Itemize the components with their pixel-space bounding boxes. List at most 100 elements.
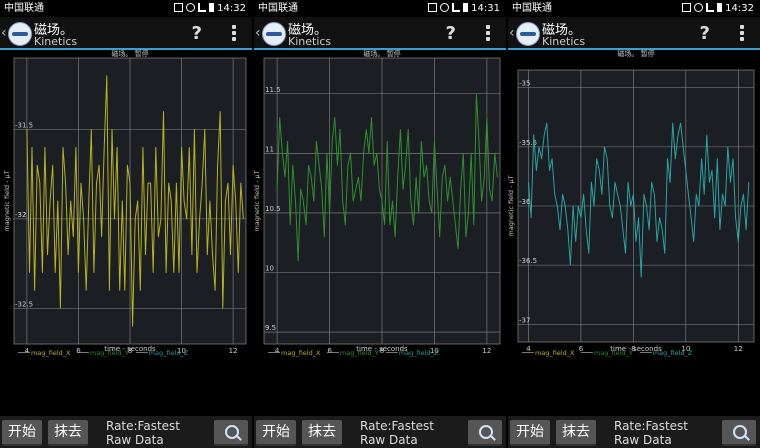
legend-entry: mag_field_Z [653, 349, 693, 357]
zoom-button[interactable] [468, 420, 502, 446]
rate-info: Rate:Fastest Raw Data [360, 419, 434, 447]
app-logo[interactable] [516, 22, 540, 46]
y-tick-label: 11.5 [265, 86, 281, 94]
y-axis-label: magnetic field - µT [508, 175, 515, 236]
chart-area: 磁场。 暂停 4 6 8 10 12 -31.5 -32 -32.5 magnetic field… [0, 50, 252, 416]
zoom-icon [479, 425, 493, 439]
clear-button[interactable]: 抹去 [48, 420, 88, 446]
rate-label: Rate:Fastest [360, 419, 435, 433]
bottom-bar: 开始 抹去 Rate:Fastest Raw Data [254, 416, 506, 448]
screen-1: 中国联通 14:32 ‹ 磁场。 Kinetics ? 磁场。 暂停 4 6 8 10 1… [0, 0, 252, 448]
signal-icon [452, 3, 460, 12]
legend-entry: mag_field_Z [149, 349, 189, 357]
app-subtitle: Kinetics [34, 35, 78, 48]
y-tick-label: -36 [519, 198, 531, 206]
alarm-icon [694, 3, 703, 12]
magnetic-field-chart: 磁场。 暂停4 6 8 10 12-31.5-32-32.5magnetic field… [3, 50, 247, 357]
start-button[interactable]: 开始 [256, 420, 296, 446]
screens: 中国联通 14:32 ‹ 磁场。 Kinetics ? 磁场。 暂停 4 6 8 10 1… [0, 0, 760, 448]
rate-label: Rate:Fastest [106, 419, 181, 433]
y-tick-label: -32.5 [15, 300, 33, 308]
clear-button[interactable]: 抹去 [302, 420, 342, 446]
mute-icon [682, 3, 691, 12]
back-icon[interactable]: ‹ [1, 25, 7, 41]
x-tick-label: 4 [526, 345, 531, 353]
app-subtitle: Kinetics [542, 35, 586, 48]
x-tick-label: 6 [327, 347, 332, 355]
chart-area: 磁场。 暂停 4 6 8 10 12 11.5 11 10.5 10 9.5 magnetic fie… [254, 50, 506, 416]
y-tick-label: 11 [265, 145, 274, 153]
clock: 14:32 [217, 3, 246, 14]
legend-entry: mag_field_Y [594, 349, 633, 357]
status-icons [428, 3, 468, 12]
app-bar: ‹ 磁场。 Kinetics ? [0, 17, 252, 50]
help-icon[interactable]: ? [700, 23, 710, 44]
help-icon[interactable]: ? [446, 23, 456, 44]
back-icon[interactable]: ‹ [509, 25, 515, 41]
y-tick-label: -37 [519, 316, 530, 324]
status-bar: 中国联通 14:32 [508, 0, 760, 17]
status-bar: 中国联通 14:32 [0, 0, 252, 17]
alarm-icon [440, 3, 449, 12]
legend-entry: mag_field_X [31, 349, 71, 357]
zoom-button[interactable] [722, 420, 756, 446]
y-tick-label: -32 [15, 211, 26, 219]
back-icon[interactable]: ‹ [255, 25, 261, 41]
legend-entry: mag_field_Y [90, 349, 129, 357]
signal-icon [706, 3, 714, 12]
screen-2: 中国联通 14:31 ‹ 磁场。 Kinetics ? 磁场。 暂停 4 6 8 10 1… [254, 0, 506, 448]
screen-3: 中国联通 14:32 ‹ 磁场。 Kinetics ? 磁场。 暂停 4 6 8 10 1… [508, 0, 760, 448]
y-tick-label: 10 [265, 265, 274, 273]
chart-title: 磁场。 暂停 [363, 50, 400, 58]
x-tick-label: 12 [734, 345, 743, 353]
app-subtitle: Kinetics [288, 35, 332, 48]
y-tick-label: 9.5 [265, 324, 276, 332]
carrier-label: 中国联通 [512, 3, 552, 14]
x-tick-label: 12 [229, 347, 238, 355]
rate-info: Rate:Fastest Raw Data [106, 419, 180, 447]
bottom-bar: 开始 抹去 Rate:Fastest Raw Data [508, 416, 760, 448]
mute-icon [428, 3, 437, 12]
x-tick-label: 4 [25, 347, 30, 355]
y-tick-label: 10.5 [265, 205, 281, 213]
mode-label: Raw Data [106, 433, 164, 447]
overflow-menu-icon[interactable] [486, 25, 490, 41]
x-tick-label: 12 [482, 347, 491, 355]
x-tick-label: 6 [76, 347, 81, 355]
clock: 14:31 [471, 3, 500, 14]
battery-icon [717, 3, 722, 12]
alarm-icon [186, 3, 195, 12]
magnetic-field-chart: 磁场。 暂停4 6 8 10 1211.51110.5109.5magnetic fie… [254, 50, 501, 357]
legend-entry: mag_field_Z [399, 349, 439, 357]
battery-icon [209, 3, 214, 12]
legend-entry: mag_field_X [535, 349, 575, 357]
start-button[interactable]: 开始 [510, 420, 550, 446]
status-icons [174, 3, 214, 12]
zoom-icon [733, 425, 747, 439]
chart-title: 磁场。 暂停 [111, 50, 148, 58]
clear-button[interactable]: 抹去 [556, 420, 596, 446]
carrier-label: 中国联通 [258, 3, 298, 14]
overflow-menu-icon[interactable] [740, 25, 744, 41]
y-tick-label: -31.5 [15, 122, 33, 130]
signal-icon [198, 3, 206, 12]
mode-label: Raw Data [614, 433, 672, 447]
mute-icon [174, 3, 183, 12]
x-tick-label: 6 [579, 345, 584, 353]
overflow-menu-icon[interactable] [232, 25, 236, 41]
zoom-button[interactable] [214, 420, 248, 446]
start-button[interactable]: 开始 [2, 420, 42, 446]
zoom-icon [225, 425, 239, 439]
chart-area: 磁场。 暂停 4 6 8 10 12 -35 -35.5 -36 -36.5 -37 magnetic… [508, 50, 760, 416]
legend-entry: mag_field_Y [340, 349, 379, 357]
y-tick-label: -35 [519, 80, 530, 88]
chart-title: 磁场。 暂停 [617, 50, 654, 58]
app-logo[interactable] [262, 22, 286, 46]
app-logo[interactable] [8, 22, 32, 46]
clock: 14:32 [725, 3, 754, 14]
y-axis-label: magnetic field - µT [3, 170, 11, 231]
y-axis-label: magnetic field - µT [254, 170, 261, 231]
status-icons [682, 3, 722, 12]
help-icon[interactable]: ? [192, 23, 202, 44]
battery-icon [463, 3, 468, 12]
